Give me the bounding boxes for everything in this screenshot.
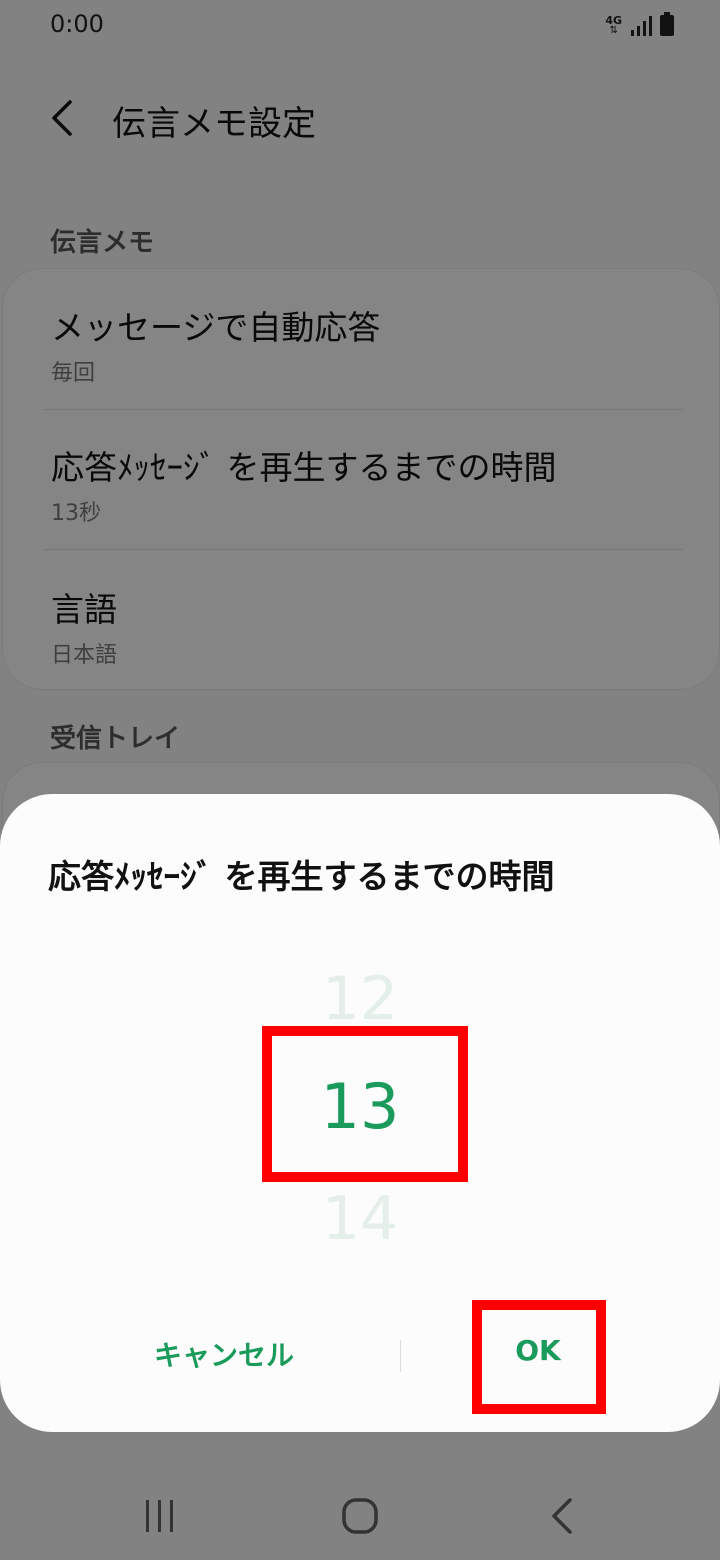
picker-next-value[interactable]: 14 [0, 1184, 720, 1254]
highlight-box-picker [262, 1026, 468, 1182]
recent-apps-button[interactable] [136, 1492, 184, 1540]
dialog-title: 応答ﾒｯｾｰｼﾞ を再生するまでの時間 [48, 857, 555, 896]
home-button[interactable] [336, 1492, 384, 1540]
highlight-box-ok [472, 1300, 606, 1414]
recent-apps-icon [146, 1500, 173, 1532]
screen: 0:00 4G ⇅ 伝言メモ設定 伝言メモ メッセージで自動応答 毎回 応答ﾒｯ… [0, 0, 720, 1560]
button-divider [400, 1340, 401, 1372]
cancel-button[interactable]: キャンセル [120, 1334, 328, 1374]
back-icon [552, 1498, 572, 1534]
navigation-bar [0, 1460, 720, 1560]
home-icon [342, 1498, 378, 1534]
number-picker-dialog: 応答ﾒｯｾｰｼﾞ を再生するまでの時間 12 13 14 キャンセル OK [0, 794, 720, 1432]
back-nav-button[interactable] [540, 1492, 588, 1540]
picker-previous-value[interactable]: 12 [0, 964, 720, 1034]
